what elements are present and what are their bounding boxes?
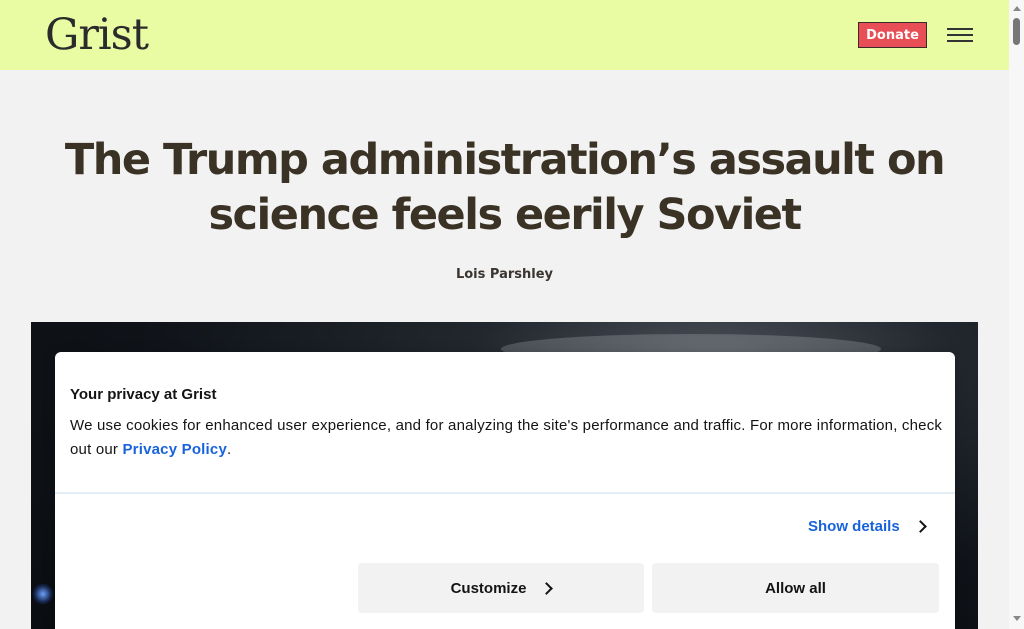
site-header: Grist Donate [0, 0, 1009, 70]
customize-button[interactable]: Customize [358, 563, 644, 613]
article-byline[interactable]: Lois Parshley [0, 267, 1009, 282]
consent-divider [55, 492, 955, 494]
scrollbar-thumb[interactable] [1013, 18, 1020, 45]
consent-body-period: . [227, 441, 232, 458]
scroll-up-arrow-icon[interactable] [1013, 6, 1021, 11]
chevron-right-icon [913, 520, 927, 533]
donate-button[interactable]: Donate [858, 22, 927, 48]
hero-image-glow [33, 584, 53, 604]
consent-title: Your privacy at Grist [70, 386, 217, 403]
hamburger-menu-icon[interactable] [947, 28, 973, 42]
show-details-label: Show details [808, 518, 900, 535]
show-details-button[interactable]: Show details [808, 518, 927, 535]
consent-body: We use cookies for enhanced user experie… [70, 414, 945, 462]
cookie-consent-dialog: Your privacy at Grist We use cookies for… [55, 352, 955, 629]
customize-label: Customize [450, 579, 527, 597]
grist-logo[interactable]: Grist [45, 11, 149, 59]
chevron-right-icon [540, 581, 554, 595]
privacy-policy-link[interactable]: Privacy Policy [122, 441, 227, 458]
article-headline: The Trump administration’s assault on sc… [64, 135, 946, 240]
scroll-down-arrow-icon[interactable] [1013, 616, 1021, 621]
allow-all-button[interactable]: Allow all [652, 563, 939, 613]
vertical-scrollbar[interactable] [1009, 0, 1024, 629]
